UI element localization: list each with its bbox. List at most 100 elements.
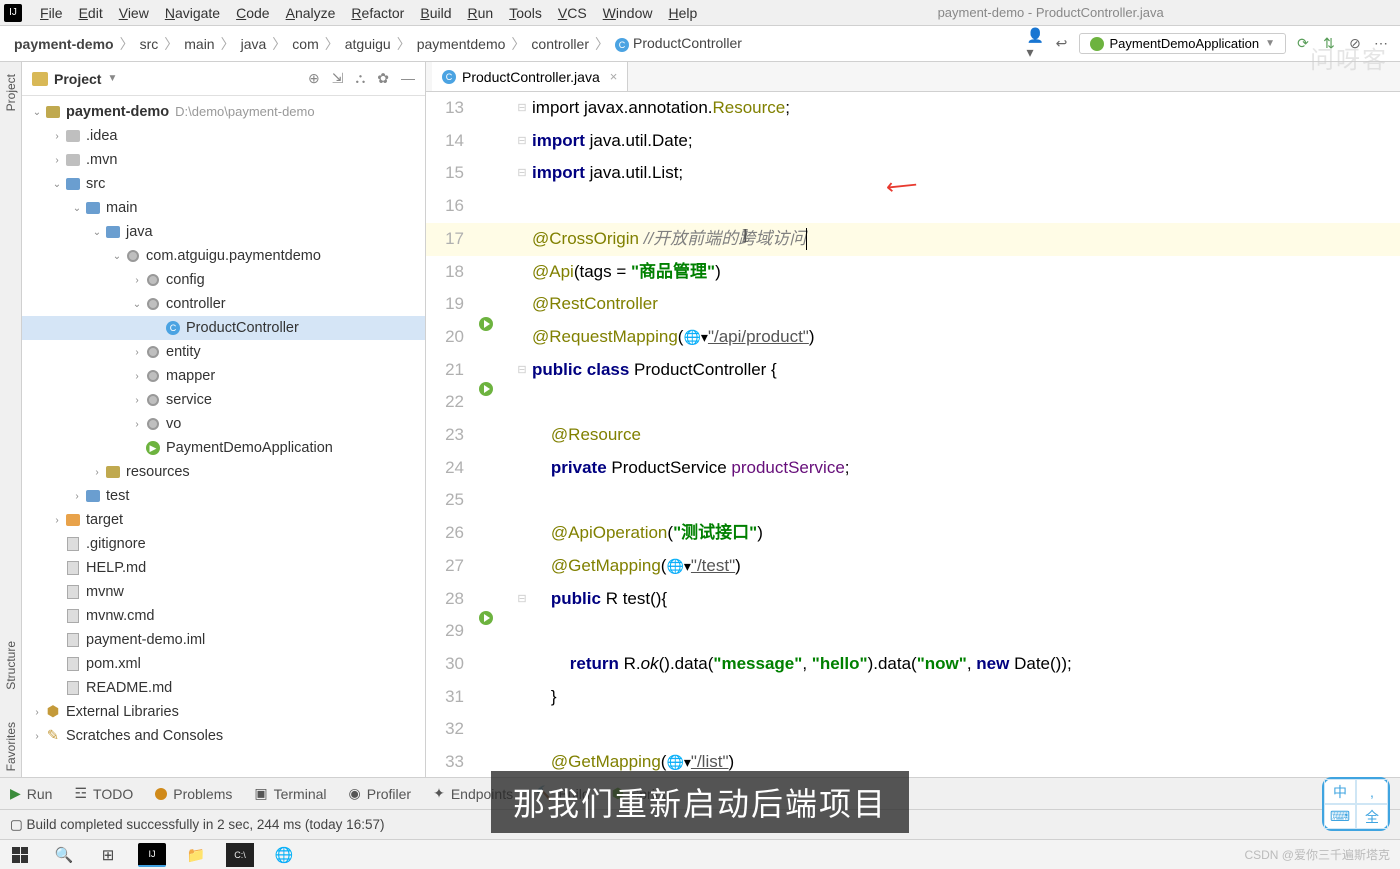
menu-help[interactable]: Help bbox=[660, 5, 705, 21]
code-line-24[interactable]: 24 private ProductService productService… bbox=[426, 452, 1400, 485]
crumb-main[interactable]: main bbox=[180, 36, 218, 52]
task-view-icon[interactable]: ⊞ bbox=[94, 843, 122, 867]
code-line-23[interactable]: 23 @Resource bbox=[426, 419, 1400, 452]
code-line-26[interactable]: 26 @ApiOperation("测试接口") bbox=[426, 517, 1400, 550]
tw-todo[interactable]: ☲TODO bbox=[74, 785, 133, 802]
project-header-label[interactable]: Project bbox=[54, 71, 101, 87]
code-editor[interactable]: ⟵ I 13⊟import javax.annotation.Resource;… bbox=[426, 92, 1400, 777]
crumb-atguigu[interactable]: atguigu bbox=[341, 36, 395, 52]
code-line-27[interactable]: 27 @GetMapping(🌐▾"/test") bbox=[426, 550, 1400, 583]
menu-vcs[interactable]: VCS bbox=[550, 5, 595, 21]
tree-item-pom-xml[interactable]: pom.xml bbox=[22, 652, 425, 676]
crumb-src[interactable]: src bbox=[136, 36, 163, 52]
menu-build[interactable]: Build bbox=[412, 5, 459, 21]
code-line-25[interactable]: 25 bbox=[426, 484, 1400, 517]
tree-item-config[interactable]: ›config bbox=[22, 268, 425, 292]
tree-item-external-libraries[interactable]: ›⬢External Libraries bbox=[22, 700, 425, 724]
tree-item-src[interactable]: ⌄src bbox=[22, 172, 425, 196]
tw-profiler[interactable]: ◉Profiler bbox=[349, 785, 412, 802]
menu-window[interactable]: Window bbox=[595, 5, 661, 21]
editor: C ProductController.java × ⟵ I 13⊟import… bbox=[426, 62, 1400, 777]
crumb-ProductController[interactable]: CProductController bbox=[611, 35, 746, 52]
tree-item-paymentdemoapplication[interactable]: ▶PaymentDemoApplication bbox=[22, 436, 425, 460]
crumb-payment-demo[interactable]: payment-demo bbox=[10, 36, 118, 52]
tree-item-com-atguigu-paymentdemo[interactable]: ⌄com.atguigu.paymentdemo bbox=[22, 244, 425, 268]
tree-item--mvn[interactable]: ›.mvn bbox=[22, 148, 425, 172]
tree-item-mvnw[interactable]: mvnw bbox=[22, 580, 425, 604]
tree-item-controller[interactable]: ⌄controller bbox=[22, 292, 425, 316]
locate-icon[interactable]: ⊕ bbox=[308, 70, 320, 87]
expand-icon[interactable]: ⇲ bbox=[332, 70, 344, 87]
chrome-taskbar-icon[interactable]: 🌐 bbox=[270, 843, 298, 867]
project-view-dropdown-icon[interactable]: ▼ bbox=[107, 73, 117, 84]
tree-item-mvnw-cmd[interactable]: mvnw.cmd bbox=[22, 604, 425, 628]
crumb-java[interactable]: java bbox=[237, 36, 271, 52]
start-button[interactable] bbox=[6, 843, 34, 867]
tree-item--b-payment-demo-b-[interactable]: ⌄payment-demoD:\demo\payment-demo bbox=[22, 100, 425, 124]
code-line-14[interactable]: 14⊟import java.util.Date; bbox=[426, 125, 1400, 158]
code-line-20[interactable]: 20@RequestMapping(🌐▾"/api/product") bbox=[426, 321, 1400, 354]
tw-run[interactable]: ▶Run bbox=[10, 785, 52, 802]
collapse-icon[interactable]: ⛬ bbox=[355, 70, 365, 87]
tree-item-vo[interactable]: ›vo bbox=[22, 412, 425, 436]
crumb-com[interactable]: com bbox=[288, 36, 322, 52]
project-tree[interactable]: ⌄payment-demoD:\demo\payment-demo›.idea›… bbox=[22, 96, 425, 777]
tree-item-help-md[interactable]: HELP.md bbox=[22, 556, 425, 580]
tree-item-scratches-and-consoles[interactable]: ›✎Scratches and Consoles bbox=[22, 724, 425, 748]
settings-icon[interactable]: ✿ bbox=[377, 70, 389, 87]
menu-edit[interactable]: Edit bbox=[71, 5, 111, 21]
code-line-30[interactable]: 30 return R.ok().data("message", "hello"… bbox=[426, 648, 1400, 681]
tree-item-test[interactable]: ›test bbox=[22, 484, 425, 508]
tree-item-payment-demo-iml[interactable]: payment-demo.iml bbox=[22, 628, 425, 652]
hide-icon[interactable]: — bbox=[401, 70, 415, 87]
crumb-controller[interactable]: controller bbox=[527, 36, 593, 52]
code-line-32[interactable]: 32 bbox=[426, 713, 1400, 746]
code-line-13[interactable]: 13⊟import javax.annotation.Resource; bbox=[426, 92, 1400, 125]
code-line-18[interactable]: 18@Api(tags = "商品管理") bbox=[426, 256, 1400, 289]
ime-indicator[interactable]: 中,⌨全 bbox=[1322, 777, 1390, 831]
code-line-31[interactable]: 31 } bbox=[426, 681, 1400, 714]
breadcrumb[interactable]: payment-demo〉src〉main〉java〉com〉atguigu〉p… bbox=[10, 34, 746, 54]
tree-item-target[interactable]: ›target bbox=[22, 508, 425, 532]
tree-item-java[interactable]: ⌄java bbox=[22, 220, 425, 244]
menu-refactor[interactable]: Refactor bbox=[343, 5, 412, 21]
close-tab-icon[interactable]: × bbox=[610, 69, 618, 84]
tree-item--gitignore[interactable]: .gitignore bbox=[22, 532, 425, 556]
tw-problems[interactable]: Problems bbox=[155, 786, 232, 802]
side-tab-structure[interactable]: Structure bbox=[4, 635, 18, 696]
tree-item-productcontroller[interactable]: CProductController bbox=[22, 316, 425, 340]
tree-item-readme-md[interactable]: README.md bbox=[22, 676, 425, 700]
code-line-21[interactable]: 21⊟public class ProductController { bbox=[426, 354, 1400, 387]
intellij-taskbar-icon[interactable]: IJ bbox=[138, 843, 166, 867]
menu-code[interactable]: Code bbox=[228, 5, 277, 21]
menu-view[interactable]: View bbox=[111, 5, 157, 21]
cmd-taskbar-icon[interactable]: C:\ bbox=[226, 843, 254, 867]
tree-item-entity[interactable]: ›entity bbox=[22, 340, 425, 364]
code-line-29[interactable]: 29 bbox=[426, 615, 1400, 648]
menu-tools[interactable]: Tools bbox=[501, 5, 550, 21]
code-line-17[interactable]: 17@CrossOrigin //开放前端的跨域访问 bbox=[426, 223, 1400, 256]
search-icon[interactable]: 🔍 bbox=[50, 843, 78, 867]
tree-item-main[interactable]: ⌄main bbox=[22, 196, 425, 220]
tree-item-service[interactable]: ›service bbox=[22, 388, 425, 412]
tw-terminal[interactable]: ▣Terminal bbox=[254, 785, 326, 802]
code-line-28[interactable]: 28⊟ public R test(){ bbox=[426, 583, 1400, 616]
add-user-icon[interactable]: 👤▾ bbox=[1027, 35, 1045, 53]
tree-item-mapper[interactable]: ›mapper bbox=[22, 364, 425, 388]
tree-item--idea[interactable]: ›.idea bbox=[22, 124, 425, 148]
tree-item-resources[interactable]: ›resources bbox=[22, 460, 425, 484]
back-icon[interactable]: ↩ bbox=[1053, 35, 1071, 53]
menu-analyze[interactable]: Analyze bbox=[278, 5, 344, 21]
menu-navigate[interactable]: Navigate bbox=[157, 5, 228, 21]
run-configuration-selector[interactable]: PaymentDemoApplication ▼ bbox=[1079, 33, 1286, 54]
explorer-taskbar-icon[interactable]: 📁 bbox=[182, 843, 210, 867]
status-indicator-icon: ▢ bbox=[10, 817, 23, 833]
code-line-22[interactable]: 22 bbox=[426, 386, 1400, 419]
menu-run[interactable]: Run bbox=[459, 5, 501, 21]
editor-tab[interactable]: C ProductController.java × bbox=[432, 62, 628, 91]
side-tab-project[interactable]: Project bbox=[4, 68, 18, 117]
menu-file[interactable]: File bbox=[32, 5, 71, 21]
crumb-paymentdemo[interactable]: paymentdemo bbox=[413, 36, 510, 52]
code-line-19[interactable]: 19@RestController bbox=[426, 288, 1400, 321]
side-tab-favorites[interactable]: Favorites bbox=[4, 716, 18, 777]
